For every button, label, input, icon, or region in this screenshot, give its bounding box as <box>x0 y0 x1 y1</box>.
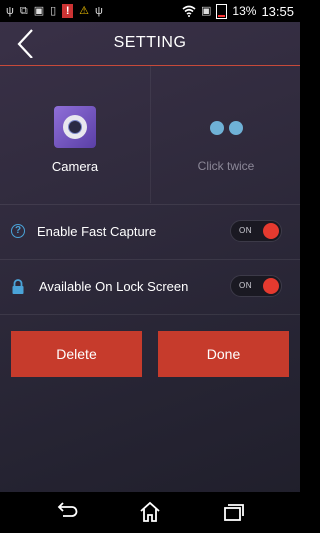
no-sim-icon: ▣ <box>201 5 212 17</box>
wifi-icon <box>182 5 196 17</box>
tile-click-twice[interactable]: Click twice <box>150 66 301 203</box>
setting-label: Available On Lock Screen <box>39 279 189 294</box>
battery-icon <box>216 3 228 19</box>
navigation-bar <box>0 492 300 533</box>
status-bar-notifications: ψ ⧉ ▣ ▯ ! ⚠ ψ <box>6 3 103 19</box>
header: SETTING <box>0 22 300 66</box>
lock-icon <box>11 279 25 294</box>
setting-screen: ψ ⧉ ▣ ▯ ! ⚠ ψ ▣ 13% 13:55 SETTING Camera… <box>0 0 300 533</box>
camera-lens <box>63 115 87 139</box>
back-icon[interactable] <box>54 500 80 524</box>
fast-capture-toggle[interactable]: ON <box>230 220 282 242</box>
status-bar-system: ▣ 13% 13:55 <box>182 3 294 19</box>
flag-icon: ! <box>62 4 74 18</box>
warning-icon: ⚠ <box>79 5 90 17</box>
toggle-state: ON <box>239 226 252 235</box>
recent-apps-icon[interactable] <box>220 500 246 524</box>
tile-click-twice-label: Click twice <box>197 159 255 173</box>
toggle-knob <box>263 223 279 239</box>
status-bar: ψ ⧉ ▣ ▯ ! ⚠ ψ ▣ 13% 13:55 <box>0 0 300 22</box>
sim-icon: ▯ <box>50 5 57 17</box>
setting-row-fast-capture: ? Enable Fast Capture ON <box>0 204 300 259</box>
toggle-state: ON <box>239 281 252 290</box>
done-button[interactable]: Done <box>158 331 289 377</box>
help-icon[interactable]: ? <box>11 224 25 238</box>
camera-app-icon <box>54 106 96 148</box>
usb-icon: ψ <box>6 5 14 17</box>
battery-percent: 13% <box>232 4 257 18</box>
setting-row-lock-screen: Available On Lock Screen ON <box>0 259 300 315</box>
trigger-mode-tiles: Camera Click twice <box>0 66 300 203</box>
double-dot-icon <box>210 121 246 135</box>
tile-camera-label: Camera <box>51 159 99 174</box>
page-title: SETTING <box>113 34 187 51</box>
clock: 13:55 <box>261 3 294 19</box>
sync-icon: ⧉ <box>19 5 28 17</box>
setting-label: Enable Fast Capture <box>37 224 157 239</box>
lock-screen-toggle[interactable]: ON <box>230 275 282 297</box>
usb-icon: ψ <box>95 5 103 17</box>
toggle-knob <box>263 278 279 294</box>
home-icon[interactable] <box>137 500 163 524</box>
delete-button[interactable]: Delete <box>11 331 142 377</box>
tile-camera[interactable]: Camera <box>0 66 150 203</box>
image-icon: ▣ <box>33 5 45 17</box>
